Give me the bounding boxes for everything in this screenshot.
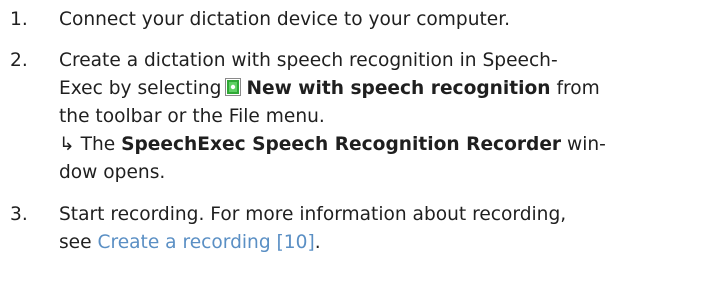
step-text-segment: from: [550, 78, 600, 99]
step-text-segment: win-: [561, 134, 606, 155]
step-text-segment: The: [80, 134, 122, 155]
create-recording-link[interactable]: Create a recording [10]: [97, 232, 314, 253]
step-number: 3.: [10, 204, 28, 225]
step-text: Connect your dictation device to your co…: [59, 9, 511, 30]
step-text-segment: Exec by selecting: [59, 78, 222, 99]
step-3: 3. Start recording. For more information…: [0, 201, 649, 257]
toolbar-command-name: New with speech recognition: [246, 78, 551, 99]
step-result-line: dow opens.: [59, 162, 166, 183]
step-2: 2. Create a dictation with speech recogn…: [0, 47, 649, 187]
step-1: 1. Connect your dictation device to your…: [0, 6, 649, 34]
instruction-steps: 1. Connect your dictation device to your…: [0, 6, 708, 257]
step-text-line: Create a dictation with speech recogniti…: [59, 50, 558, 71]
step-number: 2.: [10, 50, 28, 71]
step-text-line: the toolbar or the File menu.: [59, 106, 325, 127]
step-text-segment: .: [314, 232, 321, 253]
step-text-line: Start recording. For more information ab…: [59, 204, 567, 225]
step-text-line: see Create a recording [10].: [59, 229, 649, 257]
speech-recognition-icon: [225, 77, 242, 96]
step-text-line: Exec by selecting New with speech recogni…: [59, 75, 649, 103]
step-text-segment: see: [59, 232, 98, 253]
window-name: SpeechExec Speech Recognition Recorder: [121, 134, 562, 155]
result-arrow-icon: ↳: [59, 134, 75, 155]
step-result-line: ↳ The SpeechExec Speech Recognition Recor…: [59, 131, 649, 159]
step-number: 1.: [10, 9, 28, 30]
